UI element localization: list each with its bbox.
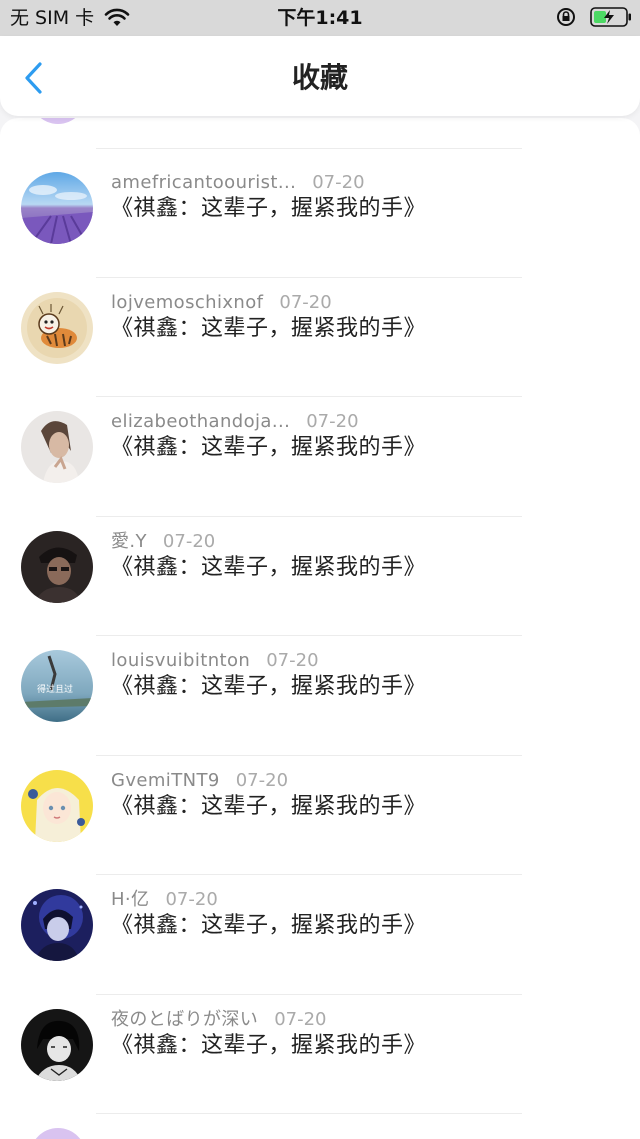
item-title[interactable]: 《祺鑫：这辈子，握紧我的手》 (111, 672, 426, 702)
nav-bar: 收藏 (0, 36, 640, 116)
username[interactable]: louisvuibitnton (111, 650, 250, 671)
item-meta: amefricantoourist... 07-20 (111, 170, 365, 196)
status-bar: 无 SIM 卡 下午1:41 (0, 0, 640, 36)
item-meta: louisvuibitnton 07-20 (111, 648, 319, 674)
item-meta: 夜のとばりが深い 07-20 (111, 1007, 327, 1033)
lavender-field-avatar[interactable] (21, 172, 93, 244)
item-meta: lojvemoschixnof 07-20 (111, 290, 332, 316)
username[interactable]: GvemiTNT9 (111, 770, 220, 791)
item-title[interactable]: 《祺鑫：这辈子，握紧我的手》 (111, 194, 426, 224)
favorites-list[interactable]: amefricantoourist... 07-20 《祺鑫：这辈子，握紧我的手》… (0, 118, 640, 1139)
item-meta: elizabeothandoja... 07-20 (111, 409, 359, 435)
list-item[interactable]: 愛.Y 07-20 《祺鑫：这辈子，握紧我的手》 (0, 517, 640, 636)
item-date: 07-20 (266, 650, 319, 671)
item-meta: GvemiTNT9 07-20 (111, 768, 288, 794)
list-item[interactable]: 夜のとばりが深い 07-20 《祺鑫：这辈子，握紧我的手》 (0, 995, 640, 1114)
username[interactable]: H·亿 (111, 889, 149, 910)
item-date: 07-20 (306, 411, 359, 432)
item-title[interactable]: 《祺鑫：这辈子，握紧我的手》 (111, 792, 426, 822)
username[interactable]: 愛.Y (111, 531, 147, 552)
list-item[interactable]: amefricantoourist... 07-20 《祺鑫：这辈子，握紧我的手》 (0, 158, 640, 278)
portrait-photo-avatar[interactable] (21, 411, 93, 483)
item-date: 07-20 (312, 172, 365, 193)
status-time: 下午1:41 (277, 7, 363, 29)
list-item[interactable]: elizabeothandoja... 07-20 《祺鑫：这辈子，握紧我的手》 (0, 397, 640, 517)
list-divider (96, 1113, 522, 1114)
blue-night-avatar[interactable] (21, 889, 93, 961)
item-date: 07-20 (162, 530, 216, 552)
item-title[interactable]: 《祺鑫：这辈子，握紧我的手》 (111, 911, 426, 941)
item-meta: H·亿 07-20 (111, 887, 218, 913)
partial-avatar-bottom (30, 1128, 86, 1139)
dark-portrait-avatar[interactable] (21, 530, 93, 603)
partial-avatar-top (30, 118, 86, 124)
username[interactable]: elizabeothandoja... (111, 411, 290, 432)
seaside-scene-avatar[interactable]: 得过且过 (21, 650, 93, 722)
page-title: 收藏 (291, 61, 348, 94)
item-meta: 愛.Y 07-20 (111, 529, 215, 555)
item-title[interactable]: 《祺鑫：这辈子，握紧我的手》 (111, 1031, 426, 1061)
item-date: 07-20 (279, 291, 332, 313)
list-divider (96, 148, 522, 149)
cartoon-tiger-avatar[interactable] (21, 291, 93, 364)
item-date: 07-20 (235, 769, 289, 791)
item-date: 07-20 (274, 1008, 327, 1030)
username[interactable]: lojvemoschixnof (111, 292, 263, 313)
username[interactable]: amefricantoourist... (111, 172, 296, 193)
list-item[interactable]: H·亿 07-20 《祺鑫：这辈子，握紧我的手》 (0, 875, 640, 995)
anime-girl-avatar[interactable] (21, 769, 93, 842)
monochrome-anime-avatar[interactable] (21, 1008, 93, 1081)
avatar-caption: 得过且过 (37, 683, 73, 695)
orientation-lock-icon (557, 8, 575, 26)
list-item[interactable]: 得过且过 louisvuibitnton 07-20 《祺鑫：这辈子，握紧我的手》 (0, 636, 640, 756)
battery-charging-icon (590, 7, 631, 27)
item-title[interactable]: 《祺鑫：这辈子，握紧我的手》 (111, 314, 426, 344)
list-item[interactable]: lojvemoschixnof 07-20 《祺鑫：这辈子，握紧我的手》 (0, 278, 640, 397)
status-right (556, 7, 632, 27)
username[interactable]: 夜のとばりが深い (111, 1009, 258, 1030)
list-item[interactable]: GvemiTNT9 07-20 《祺鑫：这辈子，握紧我的手》 (0, 756, 640, 875)
item-date: 07-20 (165, 889, 218, 910)
item-title[interactable]: 《祺鑫：这辈子，握紧我的手》 (111, 433, 426, 463)
item-title[interactable]: 《祺鑫：这辈子，握紧我的手》 (111, 553, 426, 583)
